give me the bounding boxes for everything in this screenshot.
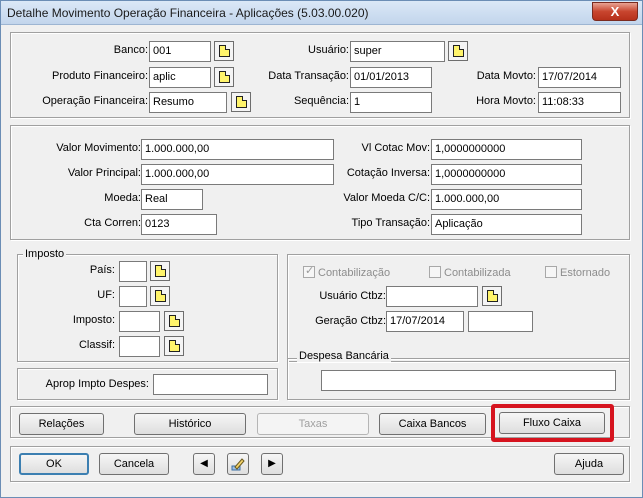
data-transacao-field[interactable]: 01/01/2013 bbox=[350, 67, 432, 88]
produto-zoom-button[interactable] bbox=[214, 67, 234, 87]
valor-movimento-label: Valor Movimento: bbox=[56, 142, 141, 154]
hora-movto-label: Hora Movto: bbox=[476, 95, 536, 107]
usuario-ctbz-field[interactable] bbox=[386, 286, 478, 307]
valor-principal-label: Valor Principal: bbox=[67, 167, 141, 179]
usuario-ctbz-zoom-button[interactable] bbox=[482, 286, 502, 306]
relacoes-button[interactable]: Relações bbox=[19, 413, 104, 435]
pencil-icon bbox=[231, 458, 245, 471]
arrow-right-icon: ▶ bbox=[268, 458, 276, 469]
sequencia-field[interactable]: 1 bbox=[350, 92, 432, 113]
taxas-button[interactable]: Taxas bbox=[257, 413, 369, 435]
ok-button[interactable]: OK bbox=[19, 453, 89, 475]
imposto-group-title: Imposto bbox=[23, 248, 67, 260]
contabilizacao-label: Contabilização bbox=[318, 267, 391, 279]
banco-zoom-button[interactable] bbox=[214, 41, 234, 61]
classif-field[interactable] bbox=[119, 336, 160, 357]
imposto-field[interactable] bbox=[119, 311, 160, 332]
tipo-transacao-label: Tipo Transação: bbox=[351, 217, 430, 229]
usuario-field[interactable]: super bbox=[350, 41, 445, 62]
cotacao-inversa-field[interactable]: 1,0000000000 bbox=[431, 164, 582, 185]
vl-cotac-field[interactable]: 1,0000000000 bbox=[431, 139, 582, 160]
contabilizada-label: Contabilizada bbox=[444, 267, 511, 279]
checkbox-icon bbox=[429, 266, 441, 278]
operacao-zoom-button[interactable] bbox=[231, 92, 251, 112]
data-movto-label: Data Movto: bbox=[476, 70, 536, 82]
classif-zoom-button[interactable] bbox=[164, 336, 184, 356]
cta-corren-label: Cta Corren: bbox=[84, 217, 141, 229]
historico-button[interactable]: Histórico bbox=[134, 413, 246, 435]
geracao-ctbz-time-field[interactable] bbox=[468, 311, 533, 332]
window-title: Detalhe Movimento Operação Financeira - … bbox=[7, 6, 369, 20]
despesa-field[interactable] bbox=[321, 370, 616, 391]
moeda-field[interactable]: Real bbox=[141, 189, 203, 210]
sequencia-label: Sequência: bbox=[293, 95, 349, 107]
ajuda-button[interactable]: Ajuda bbox=[554, 453, 624, 475]
banco-label: Banco: bbox=[113, 44, 148, 56]
usuario-ctbz-label: Usuário Ctbz: bbox=[319, 290, 386, 302]
cancela-button[interactable]: Cancela bbox=[99, 453, 169, 475]
fluxo-caixa-button[interactable]: Fluxo Caixa bbox=[499, 412, 605, 434]
dialog-content: Banco: 001 Usuário: super Produto Financ… bbox=[7, 28, 636, 493]
note-icon bbox=[453, 45, 464, 57]
contabilizada-checkbox[interactable]: Contabilizada bbox=[429, 266, 511, 279]
usuario-label: Usuário: bbox=[308, 44, 349, 56]
note-icon bbox=[236, 96, 247, 108]
operacao-label: Operação Financeira: bbox=[42, 95, 148, 107]
note-icon bbox=[155, 265, 166, 277]
tipo-transacao-field[interactable]: Aplicação bbox=[431, 214, 582, 235]
geracao-ctbz-label: Geração Ctbz: bbox=[315, 315, 386, 327]
produto-field[interactable]: aplic bbox=[149, 67, 211, 88]
classif-label: Classif: bbox=[78, 339, 115, 351]
pais-zoom-button[interactable] bbox=[150, 261, 170, 281]
moeda-label: Moeda: bbox=[104, 192, 141, 204]
checkbox-icon bbox=[303, 264, 315, 278]
note-icon bbox=[219, 45, 230, 57]
caixa-bancos-button[interactable]: Caixa Bancos bbox=[379, 413, 486, 435]
vl-cotac-label: Vl Cotac Mov: bbox=[361, 142, 430, 154]
pais-label: País: bbox=[89, 264, 115, 276]
valor-movimento-field[interactable]: 1.000.000,00 bbox=[141, 139, 334, 160]
imposto-zoom-button[interactable] bbox=[164, 311, 184, 331]
aprop-field[interactable] bbox=[153, 374, 268, 395]
cotacao-inversa-label: Cotação Inversa: bbox=[346, 167, 430, 179]
note-icon bbox=[169, 340, 180, 352]
cta-corren-field[interactable]: 0123 bbox=[141, 214, 217, 235]
pais-field[interactable] bbox=[119, 261, 147, 282]
data-transacao-label: Data Transação: bbox=[268, 70, 349, 82]
imposto-label: Imposto: bbox=[72, 314, 115, 326]
uf-field[interactable] bbox=[119, 286, 147, 307]
dialog-window: Detalhe Movimento Operação Financeira - … bbox=[0, 0, 643, 498]
previous-record-button[interactable]: ◀ bbox=[193, 453, 215, 475]
contabilizacao-checkbox[interactable]: Contabilização bbox=[303, 264, 391, 279]
note-icon bbox=[155, 290, 166, 302]
estornado-label: Estornado bbox=[560, 267, 611, 279]
valor-principal-field[interactable]: 1.000.000,00 bbox=[141, 164, 334, 185]
uf-zoom-button[interactable] bbox=[150, 286, 170, 306]
note-icon bbox=[219, 71, 230, 83]
valor-moeda-field[interactable]: 1.000.000,00 bbox=[431, 189, 582, 210]
goto-record-button[interactable] bbox=[227, 453, 249, 475]
uf-label: UF: bbox=[97, 289, 115, 301]
estornado-checkbox[interactable]: Estornado bbox=[545, 266, 610, 279]
produto-label: Produto Financeiro: bbox=[52, 70, 148, 82]
valor-moeda-label: Valor Moeda C/C: bbox=[343, 192, 430, 204]
banco-field[interactable]: 001 bbox=[149, 41, 211, 62]
usuario-zoom-button[interactable] bbox=[448, 41, 468, 61]
operacao-field[interactable]: Resumo bbox=[149, 92, 227, 113]
despesa-group-title: Despesa Bancária bbox=[297, 350, 391, 362]
note-icon bbox=[487, 290, 498, 302]
next-record-button[interactable]: ▶ bbox=[261, 453, 283, 475]
aprop-label: Aprop Impto Despes: bbox=[45, 378, 149, 390]
title-bar: Detalhe Movimento Operação Financeira - … bbox=[1, 1, 642, 25]
note-icon bbox=[169, 315, 180, 327]
close-button[interactable]: X bbox=[592, 2, 638, 21]
hora-movto-field[interactable]: 11:08:33 bbox=[538, 92, 621, 113]
geracao-ctbz-field[interactable]: 17/07/2014 bbox=[386, 311, 464, 332]
data-movto-field[interactable]: 17/07/2014 bbox=[538, 67, 621, 88]
arrow-left-icon: ◀ bbox=[200, 458, 208, 469]
checkbox-icon bbox=[545, 266, 557, 278]
